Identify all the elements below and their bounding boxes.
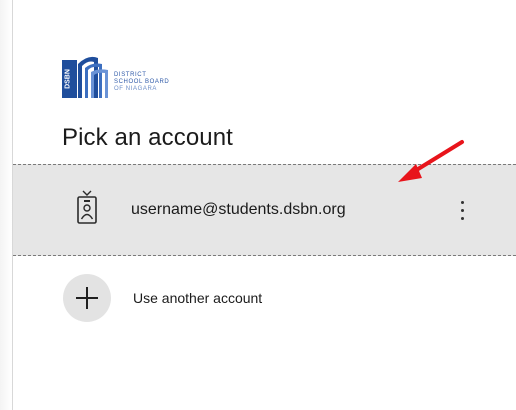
account-picker-page: DSBN DISTRICT SCHOOL BOARD OF NIAGARA Pi… <box>0 0 516 410</box>
logo-line-district: DISTRICT <box>114 72 147 78</box>
more-dot <box>461 209 464 212</box>
more-dot <box>461 201 464 204</box>
dsbn-logo: DSBN DISTRICT SCHOOL BOARD OF NIAGARA <box>62 54 202 98</box>
logo-line-school-board: SCHOOL BOARD <box>114 79 170 85</box>
page-title: Pick an account <box>62 124 233 151</box>
logo-wordmark: DISTRICT SCHOOL BOARD OF NIAGARA <box>114 72 204 98</box>
account-email: username@students.dsbn.org <box>131 201 346 218</box>
plus-icon <box>63 274 111 322</box>
logo-mark-text: DSBN <box>65 69 72 89</box>
more-options-button[interactable] <box>453 195 473 225</box>
panel-shadow <box>0 0 12 410</box>
use-another-account-button[interactable]: Use another account <box>13 256 516 340</box>
more-dot <box>461 217 464 220</box>
badge-icon <box>77 190 97 224</box>
use-another-account-label: Use another account <box>133 290 263 306</box>
logo-line-niagara: OF NIAGARA <box>114 86 158 92</box>
red-arrow-icon <box>398 140 464 182</box>
dsbn-logo-icon: DSBN <box>62 56 108 98</box>
